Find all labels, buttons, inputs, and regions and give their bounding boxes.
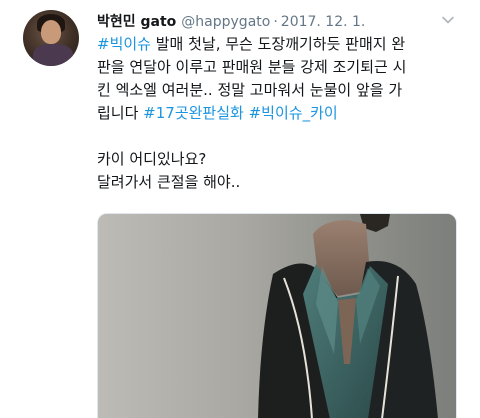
tweet-text-line: 킨 엑소엘 여러분.. 정말 고마워서 눈물이 앞을 가 <box>97 79 465 102</box>
display-name[interactable]: 박현민 gato <box>97 11 176 31</box>
photo-illustration <box>98 214 456 418</box>
tweet-text-segment: 립니다 <box>97 104 144 122</box>
chevron-down-icon[interactable] <box>441 12 455 26</box>
tweet-text-line: #빅이슈 발매 첫날, 무슨 도장깨기하듯 판매지 완 <box>97 33 465 56</box>
tweet-text-line: 카이 어디있나요? <box>97 150 207 168</box>
avatar[interactable] <box>23 10 79 66</box>
tweet-text-segment: 킨 엑소엘 여러분.. 정말 고마워서 눈물이 앞을 가 <box>97 81 403 99</box>
tweet-date[interactable]: 2017. 12. 1. <box>281 14 366 30</box>
hashtag-link[interactable]: #17곳완판실화 <box>143 104 244 122</box>
header-separator: · <box>273 14 278 30</box>
user-handle[interactable]: @happygato <box>181 14 270 30</box>
tweet-card: 박현민 gato @happygato · 2017. 12. 1. #빅이슈 … <box>0 0 480 418</box>
tweet-header: 박현민 gato @happygato · 2017. 12. 1. <box>97 11 365 31</box>
tweet-text-line: 립니다 #17곳완판실화 #빅이슈_카이 <box>97 102 465 125</box>
tweet-media-photo[interactable] <box>97 213 457 418</box>
tweet-text-line: 달려가서 큰절을 해야.. <box>97 173 241 191</box>
tweet-text-segment: 발매 첫날, 무슨 도장깨기하듯 판매지 완 <box>150 35 406 53</box>
avatar-body <box>33 44 73 66</box>
tweet-text-line: 판을 연달아 이루고 판매원 분들 강제 조기퇴근 시 <box>97 56 465 79</box>
tweet-text: #빅이슈 발매 첫날, 무슨 도장깨기하듯 판매지 완 판을 연달아 이루고 판… <box>97 33 465 194</box>
tweet-text-segment: 판을 연달아 이루고 판매원 분들 강제 조기퇴근 시 <box>97 58 407 76</box>
avatar-face <box>41 20 61 44</box>
hashtag-link[interactable]: #빅이슈_카이 <box>249 104 338 122</box>
hashtag-link[interactable]: #빅이슈 <box>97 35 151 53</box>
